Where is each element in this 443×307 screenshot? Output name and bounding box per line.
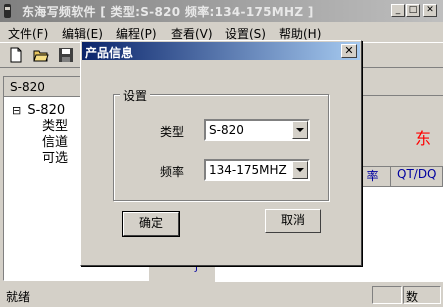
tree-node-type[interactable]: 类型: [42, 119, 68, 135]
open-folder-icon[interactable]: [33, 47, 49, 63]
new-file-icon[interactable]: [8, 47, 24, 63]
tree-node-label: S-820: [27, 103, 66, 118]
maximize-button[interactable]: □: [406, 4, 420, 17]
menu-file[interactable]: 文件(F): [8, 25, 48, 42]
close-button[interactable]: ✕: [423, 4, 437, 17]
tree-pane-title: S-820: [10, 80, 45, 94]
tree-node-label: 信道: [42, 135, 69, 150]
dialog-title: 产品信息: [85, 46, 134, 60]
frequency-label: 频率: [160, 165, 185, 179]
tree-node-label: 可选: [42, 151, 69, 166]
ok-button[interactable]: 确定: [122, 211, 180, 237]
brand-text: 东: [415, 129, 432, 148]
save-icon[interactable]: [58, 47, 74, 63]
numlock-indicator: 数: [406, 290, 419, 304]
tree-node-root[interactable]: ⊟ S-820: [12, 103, 68, 119]
statusbar: 就绪 数: [0, 283, 443, 307]
tree-node-optional[interactable]: 可选: [42, 151, 68, 167]
type-combobox[interactable]: S-820: [204, 119, 310, 141]
frequency-value: 134-175MHZ: [209, 163, 287, 177]
app-icon: [4, 4, 11, 18]
column-label: QT/DQ: [397, 167, 437, 181]
dialog-titlebar[interactable]: 产品信息 ✕: [82, 42, 360, 60]
window-title: 东海写频软件 [ 类型:S-820 频率:134-175MHZ ]: [22, 5, 314, 19]
type-label: 类型: [160, 125, 185, 139]
tree-node-channel[interactable]: 信道: [42, 135, 68, 151]
settings-groupbox: 设置 类型 S-820 频率 134-175MHZ: [113, 87, 329, 201]
tree-node-label: 类型: [42, 119, 69, 134]
status-panel-numlock: 数: [403, 286, 441, 304]
cancel-button[interactable]: 取消: [265, 209, 321, 233]
status-text: 就绪: [6, 290, 31, 304]
main-titlebar[interactable]: 东海写频软件 [ 类型:S-820 频率:134-175MHZ ] _ □ ✕: [0, 0, 443, 22]
dialog-close-button[interactable]: ✕: [341, 44, 357, 58]
product-info-dialog: 产品信息 ✕ 设置 类型 S-820 频率 134-175MHZ 确定 取消: [80, 40, 362, 266]
type-value: S-820: [209, 123, 244, 137]
settings-group-label: 设置: [120, 87, 151, 104]
grid-column-header[interactable]: QT/DQ: [391, 167, 443, 187]
frequency-combobox[interactable]: 134-175MHZ: [204, 159, 310, 181]
minimize-button[interactable]: _: [391, 4, 405, 17]
chevron-down-icon[interactable]: [292, 121, 308, 139]
device-tree: ⊟ S-820 类型 信道 可选: [12, 103, 68, 167]
status-panel: [372, 286, 402, 304]
chevron-down-icon[interactable]: [292, 161, 308, 179]
menubar: 文件(F) 编辑(E) 编程(P) 查看(V) 设置(S) 帮助(H): [0, 22, 443, 42]
tree-expand-icon[interactable]: ⊟: [12, 104, 21, 117]
column-label: 率: [366, 169, 379, 183]
